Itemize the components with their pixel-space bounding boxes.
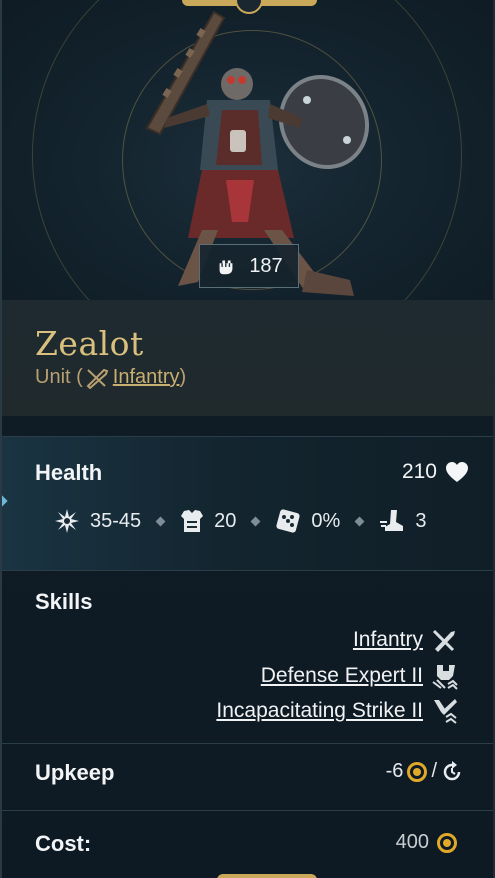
upkeep-number: -6 xyxy=(385,760,404,782)
unit-type-prefix: Unit ( xyxy=(35,366,83,388)
skill-label[interactable]: Incapacitating Strike II xyxy=(216,699,423,723)
armor-value: 20 xyxy=(214,509,237,532)
upkeep-value: -6 / xyxy=(386,760,463,783)
stat-separator xyxy=(250,516,261,526)
damage-burst-icon xyxy=(55,509,79,533)
movement-stat: 3 xyxy=(379,508,426,534)
infantry-icon xyxy=(432,629,455,652)
armor-stat: 20 xyxy=(180,508,236,534)
health-number: 210 xyxy=(401,460,437,483)
infantry-icon xyxy=(86,368,109,389)
dice-icon xyxy=(276,509,300,533)
damage-stat: 35-45 xyxy=(54,508,141,534)
skill-label[interactable]: Defense Expert II xyxy=(261,664,423,688)
stats-row: 35-45 20 0% 3 xyxy=(54,505,454,537)
skill-incapacitating-strike[interactable]: Incapacitating Strike II xyxy=(216,697,459,725)
power-badge: 187 xyxy=(199,244,299,288)
heart-icon xyxy=(446,462,468,482)
stat-separator xyxy=(155,516,166,526)
upkeep-label: Upkeep xyxy=(35,760,115,785)
skill-label[interactable]: Infantry xyxy=(353,628,423,652)
cost-value: 400 xyxy=(396,831,457,854)
gold-coin-icon xyxy=(437,832,457,853)
skill-defense-expert[interactable]: Defense Expert II xyxy=(261,662,459,690)
upkeep-slash: / xyxy=(431,760,437,782)
health-value: 210 xyxy=(402,460,469,484)
stat-separator xyxy=(354,516,365,526)
skills-label: Skills xyxy=(35,589,93,614)
bottom-tab xyxy=(217,874,317,878)
armor-icon xyxy=(181,510,204,532)
divider xyxy=(2,570,493,571)
unit-card: 187 Zealot Unit ( Infantry ) Health 210 … xyxy=(0,0,495,878)
turn-cycle-icon xyxy=(443,760,461,780)
divider xyxy=(2,743,493,744)
cost-label: Cost: xyxy=(35,831,92,856)
movement-value: 3 xyxy=(415,509,427,532)
unit-type: Unit ( Infantry ) xyxy=(35,366,186,389)
unit-type-suffix: ) xyxy=(179,366,187,388)
chance-value: 0% xyxy=(311,509,341,532)
incapacitating-strike-icon xyxy=(434,699,457,724)
unit-portrait: 187 xyxy=(2,0,493,300)
power-value: 187 xyxy=(249,254,283,277)
cost-number: 400 xyxy=(395,831,429,853)
chance-stat: 0% xyxy=(275,508,340,534)
defense-expert-icon xyxy=(432,665,458,690)
fist-icon xyxy=(219,260,233,275)
unit-type-link[interactable]: Infantry xyxy=(113,366,180,389)
skill-infantry[interactable]: Infantry xyxy=(353,627,459,653)
health-label: Health xyxy=(35,460,103,485)
unit-name: Zealot xyxy=(35,324,144,363)
boot-icon xyxy=(380,510,404,531)
gold-coin-icon xyxy=(407,761,428,782)
health-section xyxy=(2,437,493,570)
damage-value: 35-45 xyxy=(90,509,142,532)
divider xyxy=(2,810,493,811)
